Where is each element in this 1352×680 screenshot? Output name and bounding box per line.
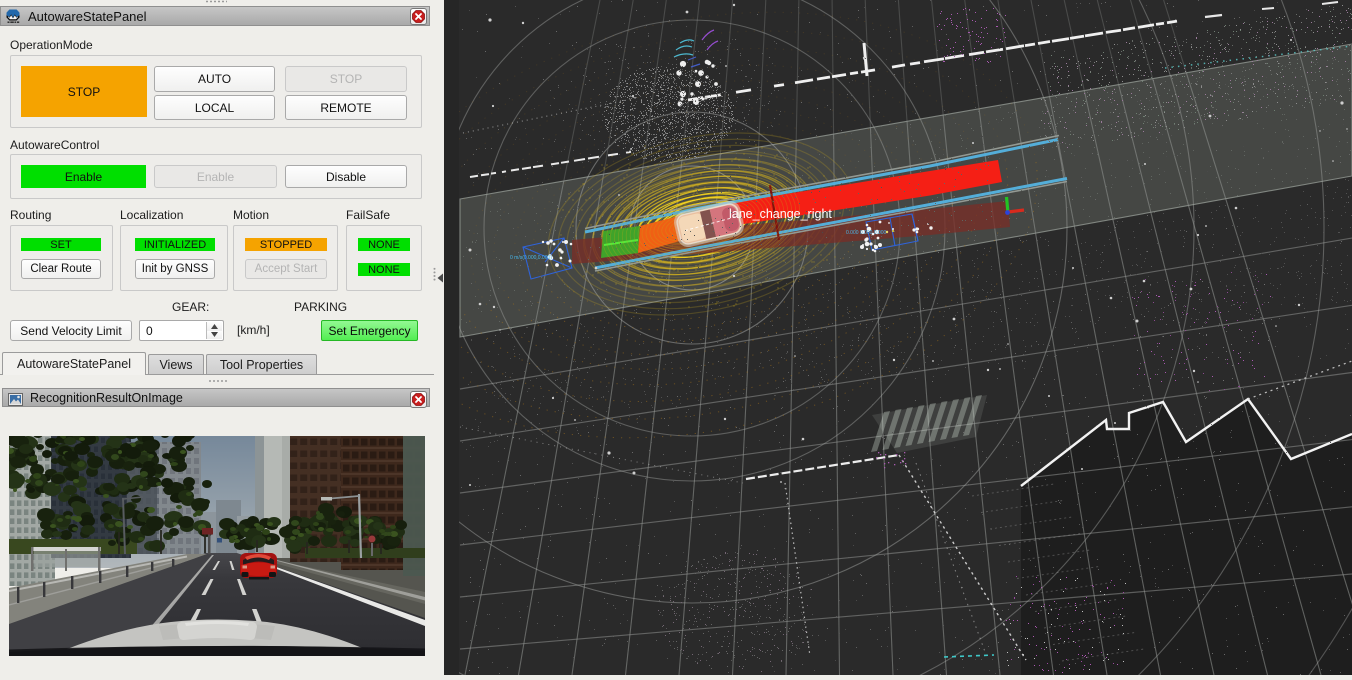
svg-text:0 m/s(0.000,0.000): 0 m/s(0.000,0.000) — [510, 255, 552, 261]
svg-text:0.000 0.000 0.000: 0.000 0.000 0.000 — [846, 230, 887, 236]
svg-text:lane_change_right: lane_change_right — [729, 207, 832, 221]
